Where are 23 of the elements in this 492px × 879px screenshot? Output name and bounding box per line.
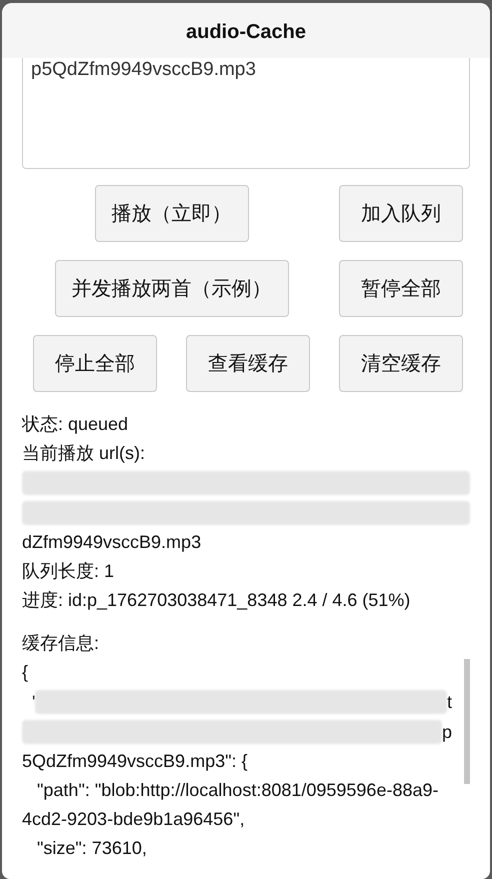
action-button[interactable]: 停止全部 — [33, 335, 157, 392]
cache-json-line: 5QdZfm9949vsccB9.mp3": { — [22, 750, 248, 773]
window-title: audio-Cache — [2, 3, 490, 58]
action-button[interactable]: 并发播放两首（示例） — [54, 260, 288, 317]
action-button[interactable]: 清空缓存 — [339, 335, 463, 392]
status-line: 状态: queued — [22, 413, 130, 436]
text-fragment: ' — [31, 690, 36, 714]
cache-json-line: "size": 73610, — [36, 837, 148, 860]
scrollbar-thumb[interactable] — [464, 659, 470, 784]
status-line: 当前播放 url(s): — [22, 442, 146, 465]
action-button[interactable]: 查看缓存 — [186, 335, 310, 392]
status-line: 队列长度: 1 — [22, 560, 116, 583]
text-fragment: t — [446, 690, 452, 714]
action-button[interactable]: 暂停全部 — [339, 260, 463, 317]
status-line: dZfm9949vsccB9.mp3 — [22, 531, 202, 554]
text-fragment: p — [442, 720, 452, 744]
cache-info-label: 缓存信息: — [22, 632, 100, 655]
cache-json-line: "path": "blob:http://localhost:8081/0959596e-88a9-4cd2-9203-bde9b1a96456", — [22, 779, 440, 831]
url-text-area[interactable]: p5QdZfm9949vsccB9.mp3 — [22, 58, 470, 169]
cache-json-line: { — [22, 661, 30, 684]
action-button[interactable]: 加入队列 — [339, 185, 463, 242]
action-button[interactable]: 播放（立即） — [94, 185, 248, 242]
status-line: 进度: id:p_1762703038471_8348 2.4 / 4.6 (51%) — [22, 589, 412, 612]
